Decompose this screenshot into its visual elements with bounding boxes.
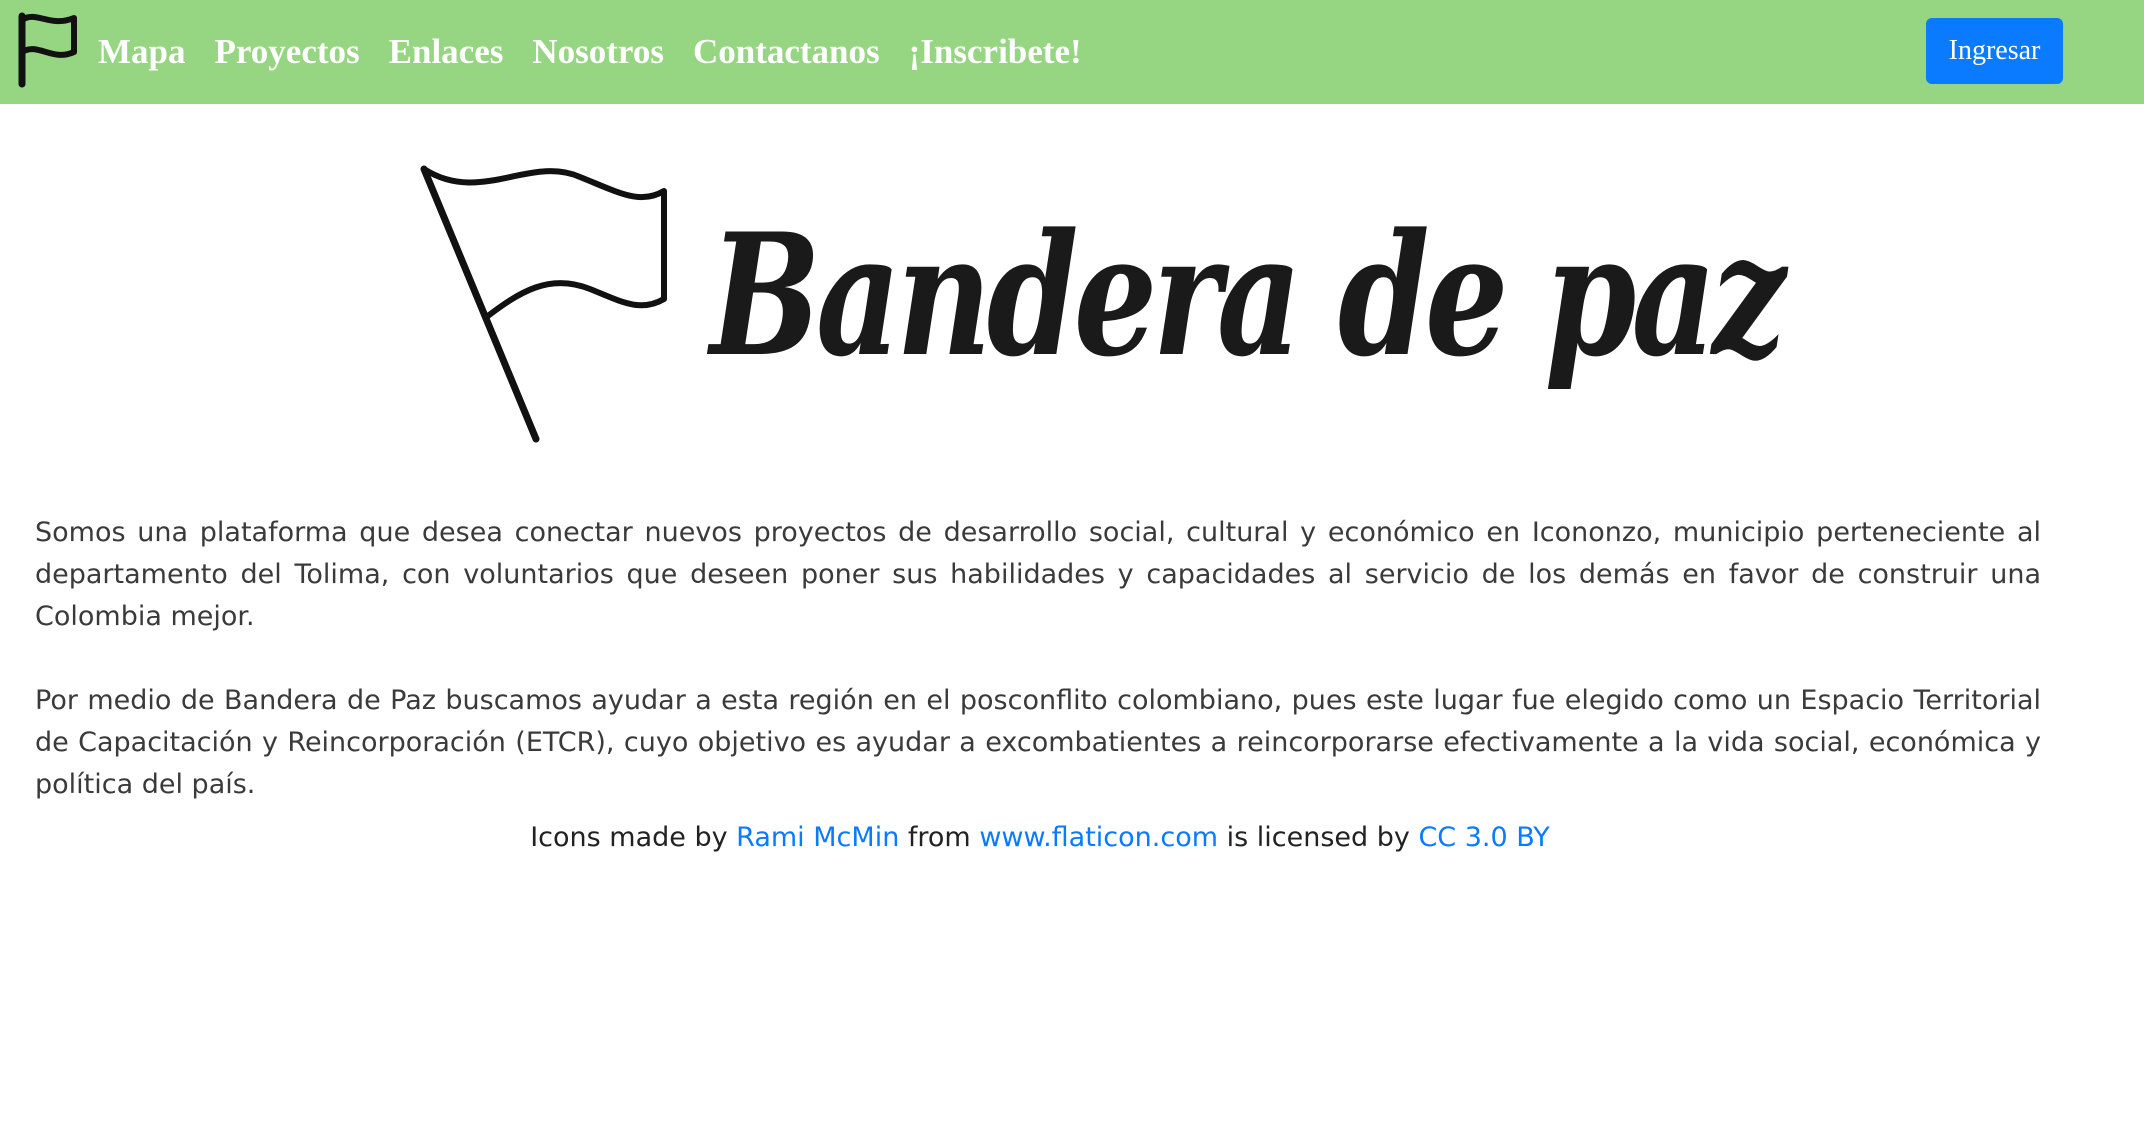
site-title: Bandera de paz bbox=[710, 196, 1786, 394]
login-button[interactable]: Ingresar bbox=[1926, 18, 2063, 84]
nav-link-inscribete[interactable]: ¡Inscribete! bbox=[909, 32, 1082, 72]
flag-icon[interactable] bbox=[16, 12, 82, 88]
about-paragraph: Por medio de Bandera de Paz buscamos ayu… bbox=[35, 685, 2041, 800]
credits-text: from bbox=[899, 822, 980, 853]
credits-text: Icons made by bbox=[530, 822, 737, 853]
author-link[interactable]: Rami McMin bbox=[736, 822, 899, 853]
nav-link-enlaces[interactable]: Enlaces bbox=[389, 32, 504, 72]
flag-icon bbox=[420, 165, 667, 443]
navbar: Mapa Proyectos Enlaces Nosotros Contacta… bbox=[0, 0, 2144, 104]
nav-link-proyectos[interactable]: Proyectos bbox=[215, 32, 360, 72]
nav-links: Mapa Proyectos Enlaces Nosotros Contacta… bbox=[98, 0, 1111, 104]
nav-link-contactanos[interactable]: Contactanos bbox=[693, 32, 880, 72]
nav-link-mapa[interactable]: Mapa bbox=[98, 32, 186, 72]
flaticon-link[interactable]: www.flaticon.com bbox=[979, 822, 1218, 853]
hero-logo: Bandera de paz bbox=[420, 165, 1786, 443]
nav-link-nosotros[interactable]: Nosotros bbox=[532, 32, 664, 72]
license-link[interactable]: CC 3.0 BY bbox=[1418, 822, 1549, 853]
about-section: Somos una plataforma que desea conectar … bbox=[35, 512, 2041, 848]
about-paragraph: Somos una plataforma que desea conectar … bbox=[35, 517, 2041, 632]
icon-credits: Icons made by Rami McMin from www.flatic… bbox=[0, 822, 2080, 853]
credits-text: is licensed by bbox=[1218, 822, 1419, 853]
